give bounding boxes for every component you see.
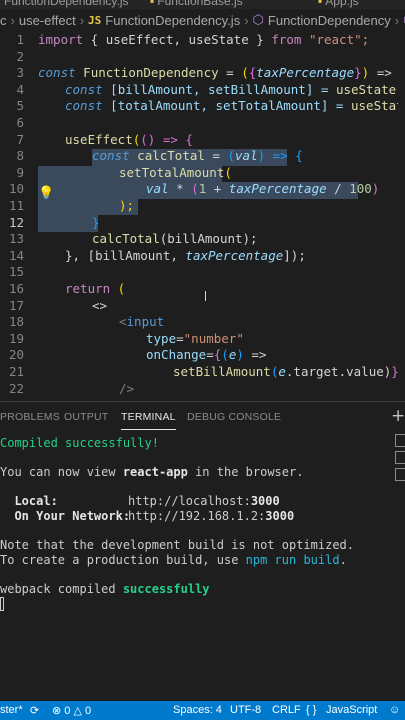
- chevron-right-icon: ›: [244, 12, 249, 28]
- warning-icon: △: [73, 705, 82, 717]
- error-icon: ⊗: [52, 705, 62, 717]
- terminal-line: Local:: [0, 494, 58, 508]
- code-line: const calcTotal = (val) => {: [92, 148, 303, 164]
- code-editor[interactable]: 1 2 3 4 5 6 7 8 9 10 11 12 13 14 15 16 1…: [0, 31, 405, 401]
- tab-debug-console[interactable]: DEBUG CONSOLE: [187, 411, 281, 423]
- text-cursor-icon: [205, 291, 208, 301]
- terminal-cursor: [0, 597, 4, 611]
- code-line: import { useEffect, useState } from "rea…: [38, 32, 370, 47]
- terminal-line: To create a production build, use npm ru…: [0, 553, 347, 567]
- branch-indicator[interactable]: ster*: [0, 704, 23, 716]
- terminal-instance-icon[interactable]: [395, 451, 405, 464]
- breadcrumb-symbol[interactable]: FunctionDependency: [268, 13, 391, 28]
- code-line: useEffect(() => {: [65, 131, 193, 147]
- tab-output[interactable]: OUTPUT: [64, 411, 108, 423]
- terminal-line: Note that the development build is not o…: [0, 538, 355, 552]
- sync-icon[interactable]: ⟳: [30, 704, 39, 717]
- code-line: <>: [92, 297, 108, 313]
- indentation-indicator[interactable]: Spaces: 4: [173, 704, 222, 716]
- line-number: 2: [16, 48, 24, 64]
- tab-label: App.js: [325, 0, 359, 8]
- tab-label: FunctionBase.js: [157, 0, 243, 8]
- terminal-line: http://localhost:3000: [128, 494, 280, 508]
- code-line: const [totalAmount, setTotalAmount] = us…: [65, 98, 405, 114]
- tab-label: FunctionDependency.js: [4, 0, 129, 8]
- chevron-right-icon: ›: [394, 12, 400, 28]
- tab-problems[interactable]: PROBLEMS: [0, 411, 60, 423]
- language-indicator[interactable]: JavaScript: [326, 704, 377, 716]
- breadcrumb-segment[interactable]: c: [0, 13, 7, 28]
- chevron-right-icon: ›: [10, 12, 15, 28]
- code-line: }: [92, 214, 100, 230]
- breadcrumb-file[interactable]: FunctionDependency.js: [105, 13, 240, 28]
- code-line: type="number": [146, 330, 244, 346]
- code-line: val * (1 + taxPercentage / 100): [146, 181, 380, 197]
- terminal-line: http://192.168.1.2:3000: [128, 509, 295, 523]
- code-line: setBillAmount(e.target.value)}: [173, 364, 399, 379]
- code-line: );: [119, 198, 135, 213]
- tab-terminal[interactable]: TERMINAL: [121, 411, 176, 430]
- code-line: }, [billAmount, taxPercentage]);: [65, 247, 306, 263]
- code-line: const FunctionDependency = ({taxPercenta…: [38, 65, 405, 81]
- editor-scrollbar[interactable]: [398, 31, 405, 401]
- code-line: setTotalAmount(: [119, 164, 232, 180]
- tab-app[interactable]: ▪ App.js: [318, 0, 359, 9]
- code-line: onChange={(e) =>: [146, 347, 267, 363]
- eol-indicator[interactable]: CRLF: [272, 704, 301, 716]
- terminal-line: On Your Network:: [0, 509, 131, 523]
- code-line: const [billAmount, setBillAmount] = useS…: [65, 81, 405, 97]
- encoding-indicator[interactable]: UTF-8: [230, 704, 261, 716]
- problems-indicator[interactable]: ⊗ 0 △ 0: [52, 704, 91, 717]
- breadcrumb: c › use-effect › JS FunctionDependency.j…: [0, 9, 405, 31]
- line-number: 15: [8, 264, 24, 280]
- js-file-icon: ▪: [150, 0, 155, 8]
- status-bar: ster* ⟳ ⊗ 0 △ 0 Spaces: 4 UTF-8 CRLF { }…: [0, 701, 405, 720]
- symbol-cube-icon: ⬡: [252, 12, 264, 27]
- editor-tabs: FunctionDependency.js ▪ FunctionBase.js ▪…: [0, 0, 405, 9]
- tab-function-dependency[interactable]: FunctionDependency.js: [4, 0, 129, 9]
- js-file-icon: JS: [88, 13, 102, 27]
- terminal-line: You can now view react-app in the browse…: [0, 465, 304, 479]
- panel-tabs: PROBLEMS OUTPUT TERMINAL DEBUG CONSOLE +: [0, 402, 405, 434]
- js-file-icon: ▪: [318, 0, 323, 8]
- terminal-instance-icon[interactable]: [395, 468, 405, 481]
- code-line: return (: [65, 281, 126, 296]
- terminal-output[interactable]: Compiled successfully! You can now view …: [0, 434, 390, 700]
- plus-icon[interactable]: +: [391, 406, 405, 426]
- terminal-line: webpack compiled successfully: [0, 582, 210, 596]
- code-line: <input: [119, 314, 165, 330]
- breadcrumb-segment[interactable]: use-effect: [19, 13, 76, 28]
- tab-function-base[interactable]: ▪ FunctionBase.js: [150, 0, 243, 9]
- chevron-right-icon: ›: [79, 12, 85, 28]
- code-line: calcTotal(billAmount);: [92, 231, 258, 247]
- line-number: 6: [16, 115, 24, 130]
- code-line: />: [119, 380, 135, 396]
- terminal-line: Compiled successfully!: [0, 436, 159, 450]
- feedback-icon[interactable]: ☺: [389, 704, 400, 716]
- terminal-instance-icon[interactable]: [395, 434, 405, 447]
- braces-icon: { }: [306, 704, 317, 716]
